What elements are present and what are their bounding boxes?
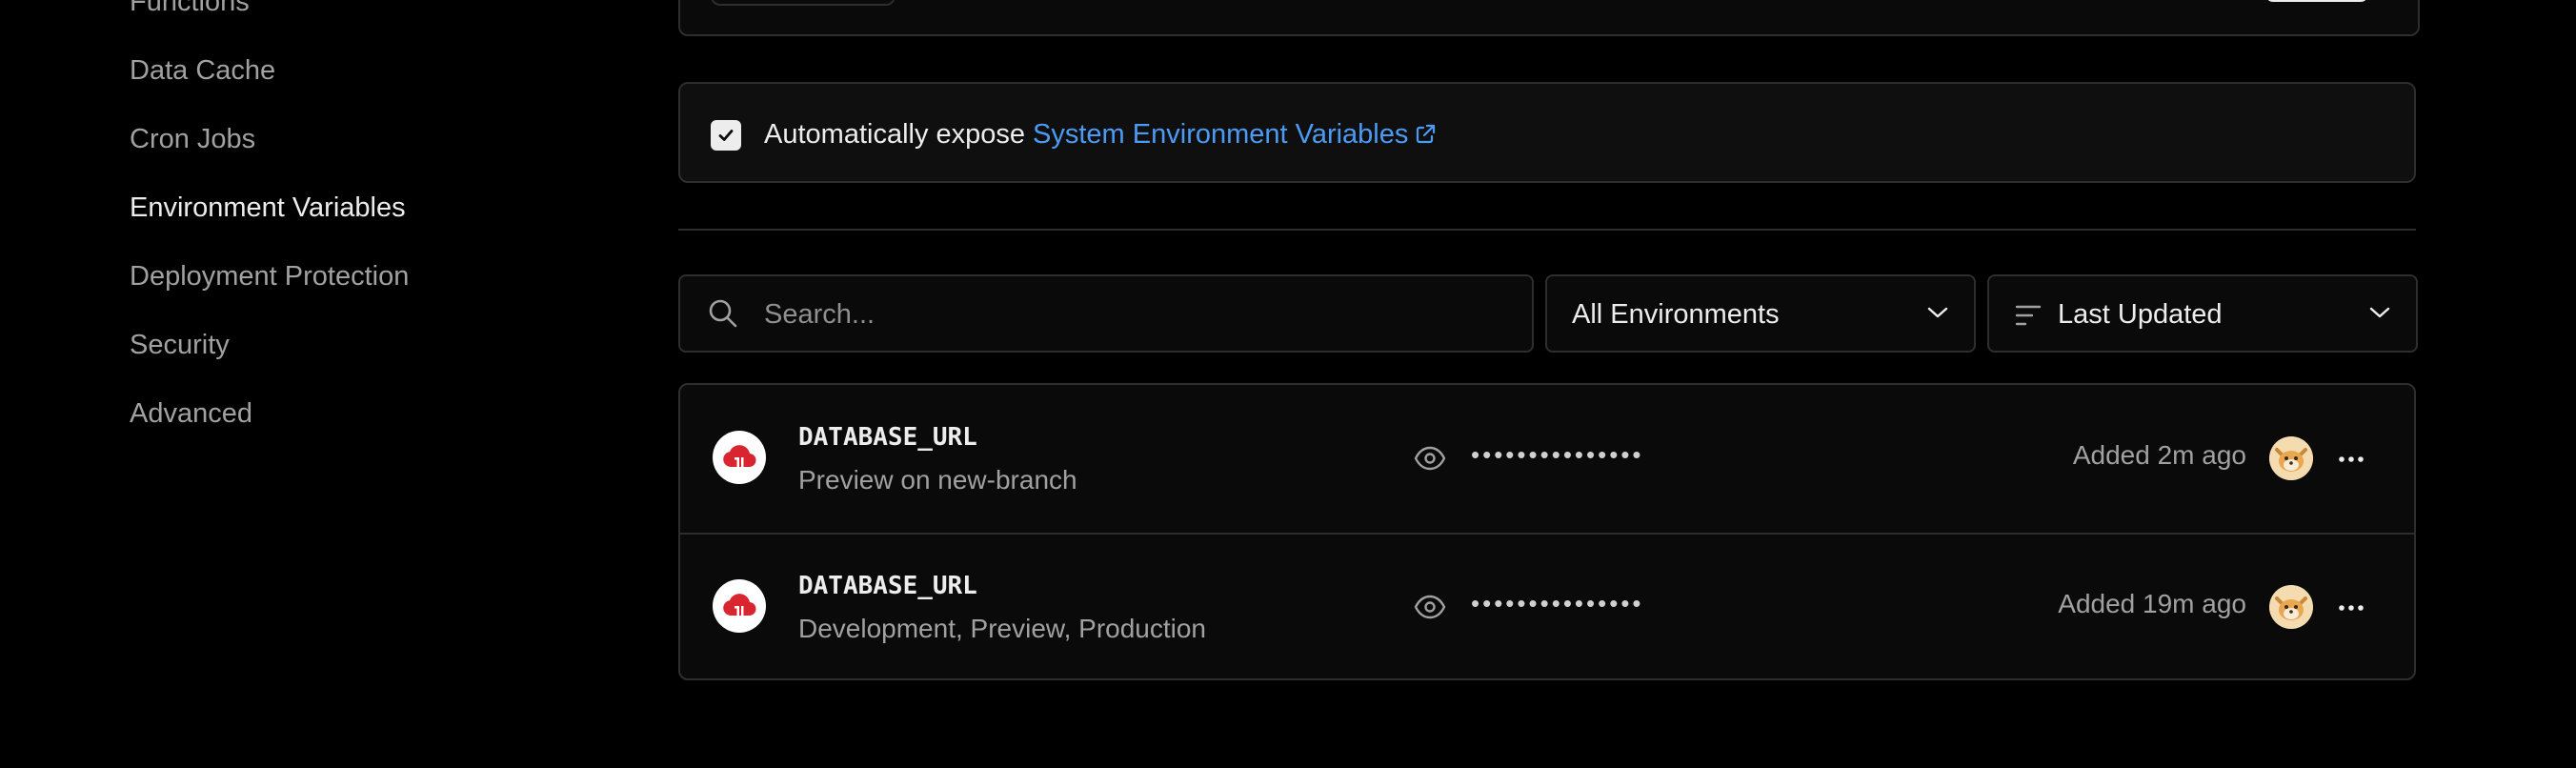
masked-value: ••••••••••••••• <box>1471 440 1644 469</box>
sidebar-item-security[interactable]: Security <box>130 328 230 362</box>
search-field[interactable] <box>678 274 1534 353</box>
sidebar-item-functions[interactable]: Functions <box>130 0 250 19</box>
check-icon <box>718 130 734 141</box>
expose-label: Automatically expose System Environment V… <box>764 116 1437 155</box>
env-variable-row[interactable]: DATABASE_URL Development, Preview, Produ… <box>680 533 2414 678</box>
section-divider <box>678 229 2416 231</box>
search-icon <box>707 297 739 334</box>
add-variable-card <box>678 0 2420 36</box>
sidebar-item-cron-jobs[interactable]: Cron Jobs <box>130 122 255 156</box>
cloud-database-icon <box>713 579 766 633</box>
chevron-down-icon <box>2368 305 2391 325</box>
search-input[interactable] <box>762 290 1509 339</box>
user-avatar <box>2269 436 2313 480</box>
added-time: Added 19m ago <box>2058 589 2246 618</box>
eye-icon[interactable] <box>1414 591 1446 628</box>
cloud-database-icon <box>713 431 766 484</box>
variable-name: DATABASE_URL <box>798 423 977 452</box>
external-link-icon <box>1414 119 1437 155</box>
expose-checkbox[interactable] <box>711 120 741 151</box>
sidebar-item-data-cache[interactable]: Data Cache <box>130 53 275 88</box>
masked-value: ••••••••••••••• <box>1471 589 1644 617</box>
save-button[interactable] <box>2265 0 2368 2</box>
env-variables-page: Functions Data Cache Cron Jobs Environme… <box>0 0 2576 768</box>
sort-select-value: Last Updated <box>2058 299 2223 330</box>
more-options-icon[interactable] <box>2332 440 2370 478</box>
expose-text: Automatically expose <box>764 119 1026 150</box>
environment-select-value: All Environments <box>1572 299 1780 330</box>
variable-environments: Development, Preview, Production <box>798 614 1206 643</box>
variable-name: DATABASE_URL <box>798 572 977 600</box>
sort-select[interactable]: Last Updated <box>1987 274 2418 353</box>
system-env-vars-link[interactable]: System Environment Variables <box>1033 119 1437 150</box>
env-variable-list: DATABASE_URL Preview on new-branch •••••… <box>678 383 2416 680</box>
eye-icon[interactable] <box>1414 442 1446 479</box>
import-env-button[interactable] <box>711 0 896 6</box>
more-options-icon[interactable] <box>2332 589 2370 627</box>
added-time: Added 2m ago <box>2072 440 2246 470</box>
environment-select[interactable]: All Environments <box>1545 274 1976 353</box>
chevron-down-icon <box>1926 305 1949 325</box>
env-variable-row[interactable]: DATABASE_URL Preview on new-branch •••••… <box>680 385 2414 533</box>
sidebar-item-deployment-protection[interactable]: Deployment Protection <box>130 259 409 293</box>
variable-environments: Preview on new-branch <box>798 465 1077 495</box>
sort-icon <box>2014 303 2043 333</box>
sidebar-item-advanced[interactable]: Advanced <box>130 396 252 431</box>
user-avatar <box>2269 585 2313 629</box>
sidebar-item-environment-variables[interactable]: Environment Variables <box>130 191 406 225</box>
expose-system-vars-card: Automatically expose System Environment V… <box>678 82 2416 183</box>
